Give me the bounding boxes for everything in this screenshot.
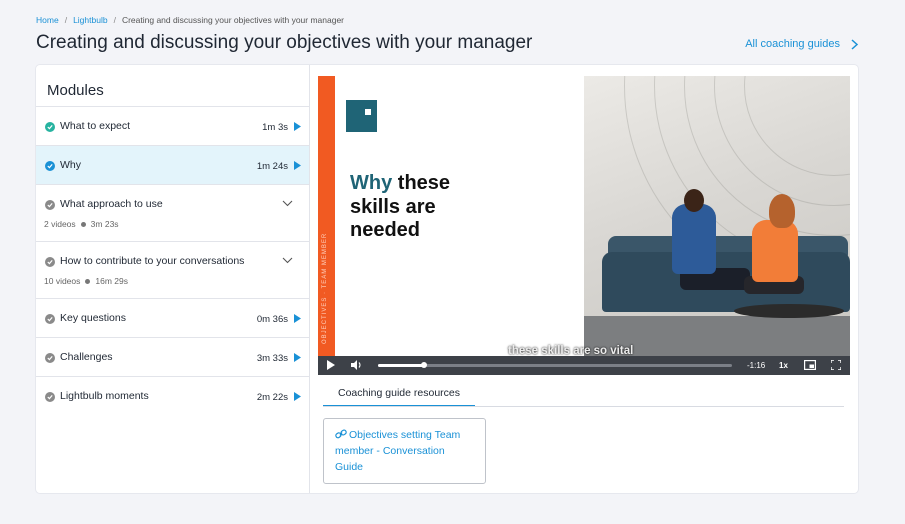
content-card: Modules What to expect 1m 3s Why 1m 24s … xyxy=(36,65,858,493)
woman-figure xyxy=(752,220,798,282)
fullscreen-icon[interactable] xyxy=(831,360,841,370)
volume-icon[interactable] xyxy=(351,360,363,370)
play-icon[interactable] xyxy=(294,161,301,170)
modules-title: Modules xyxy=(47,82,104,99)
check-icon xyxy=(45,392,55,402)
man-head xyxy=(684,189,704,212)
module-item-key-questions[interactable]: Key questions 0m 36s xyxy=(36,298,309,337)
video-count: 10 videos xyxy=(44,276,81,286)
module-label: Challenges xyxy=(60,351,113,363)
tab-divider xyxy=(323,406,844,407)
video-photo xyxy=(584,76,850,356)
slide-title-part: these xyxy=(397,172,451,194)
module-label: How to contribute to your conversations xyxy=(60,255,245,267)
module-duration: 0m 36s xyxy=(256,314,288,325)
play-icon[interactable] xyxy=(294,122,301,131)
slide-vertical-text: OBJECTIVES · TEAM MEMBER xyxy=(322,232,328,344)
man-figure xyxy=(672,204,716,274)
progress-knob[interactable] xyxy=(421,362,428,368)
dot-separator xyxy=(85,278,91,284)
tab-coaching-guide-resources[interactable]: Coaching guide resources xyxy=(323,384,475,407)
resource-link-card[interactable]: Objectives setting Team member - Convers… xyxy=(323,418,486,484)
check-icon xyxy=(45,314,55,324)
video-count: 2 videos xyxy=(44,219,76,229)
breadcrumb-current: Creating and discussing your objectives … xyxy=(121,15,345,25)
total-duration: 3m 23s xyxy=(90,219,119,229)
chevron-down-icon[interactable] xyxy=(282,257,293,264)
module-duration: 1m 3s xyxy=(262,122,288,133)
module-meta: 10 videos 16m 29s xyxy=(44,276,128,286)
module-label: Why xyxy=(60,159,81,171)
module-label: Key questions xyxy=(60,312,126,324)
module-label: Lightbulb moments xyxy=(60,390,149,402)
module-item-what-to-expect[interactable]: What to expect 1m 3s xyxy=(36,106,309,145)
woman-head xyxy=(769,194,795,228)
page-title: Creating and discussing your objectives … xyxy=(36,32,533,53)
check-icon xyxy=(45,200,55,210)
play-icon[interactable] xyxy=(327,360,335,370)
module-item-why[interactable]: Why 1m 24s xyxy=(36,145,309,184)
brand-logo xyxy=(346,100,377,132)
modules-panel: Modules What to expect 1m 3s Why 1m 24s … xyxy=(36,65,310,493)
breadcrumb-home[interactable]: Home xyxy=(36,15,59,25)
module-meta: 2 videos 3m 23s xyxy=(44,219,119,229)
module-group-how-to-contribute[interactable]: How to contribute to your conversations … xyxy=(36,241,309,298)
module-label: What to expect xyxy=(60,120,131,132)
breadcrumb-lightbulb[interactable]: Lightbulb xyxy=(73,15,108,25)
module-item-lightbulb-moments[interactable]: Lightbulb moments 2m 22s xyxy=(36,376,309,415)
time-remaining: -1:16 xyxy=(747,361,766,370)
slide-title-line-3: needed xyxy=(350,219,421,241)
progress-fill xyxy=(378,364,425,367)
check-icon xyxy=(45,122,55,132)
module-item-challenges[interactable]: Challenges 3m 33s xyxy=(36,337,309,376)
coffee-table xyxy=(734,304,844,318)
progress-bar[interactable] xyxy=(378,362,732,368)
video-controls: -1:16 1x xyxy=(318,356,850,375)
module-list: What to expect 1m 3s Why 1m 24s What app… xyxy=(36,106,309,415)
resource-link-text: Objectives setting Team member - Convers… xyxy=(335,429,461,473)
breadcrumb: Home / Lightbulb / Creating and discussi… xyxy=(36,15,344,25)
chevron-right-icon xyxy=(851,38,859,50)
all-coaching-guides-label: All coaching guides xyxy=(745,38,840,50)
check-icon xyxy=(45,161,55,171)
chevron-down-icon[interactable] xyxy=(282,200,293,207)
play-icon[interactable] xyxy=(294,314,301,323)
picture-in-picture-icon[interactable] xyxy=(804,360,816,370)
video-player[interactable]: OBJECTIVES · TEAM MEMBER Why these skill… xyxy=(318,76,850,375)
check-icon xyxy=(45,257,55,267)
breadcrumb-separator: / xyxy=(64,15,68,25)
module-duration: 2m 22s xyxy=(256,392,288,403)
playback-speed-button[interactable]: 1x xyxy=(779,361,788,370)
check-icon xyxy=(45,353,55,363)
module-group-what-approach[interactable]: What approach to use 2 videos 3m 23s xyxy=(36,184,309,241)
slide-title-line-2: skills are xyxy=(350,195,436,218)
play-icon[interactable] xyxy=(294,353,301,362)
breadcrumb-separator: / xyxy=(113,15,116,25)
all-coaching-guides-link[interactable]: All coaching guides xyxy=(745,38,859,50)
slide-title-accent: Why xyxy=(350,172,393,194)
module-label: What approach to use xyxy=(60,198,163,210)
module-duration: 3m 33s xyxy=(256,353,288,364)
slide-title: Why these skills are needed xyxy=(350,172,450,243)
dot-separator xyxy=(80,221,86,227)
total-duration: 16m 29s xyxy=(95,276,128,286)
link-icon xyxy=(335,429,347,439)
module-duration: 1m 24s xyxy=(256,161,288,172)
brand-logo-notch xyxy=(365,109,371,115)
play-icon[interactable] xyxy=(294,392,301,401)
